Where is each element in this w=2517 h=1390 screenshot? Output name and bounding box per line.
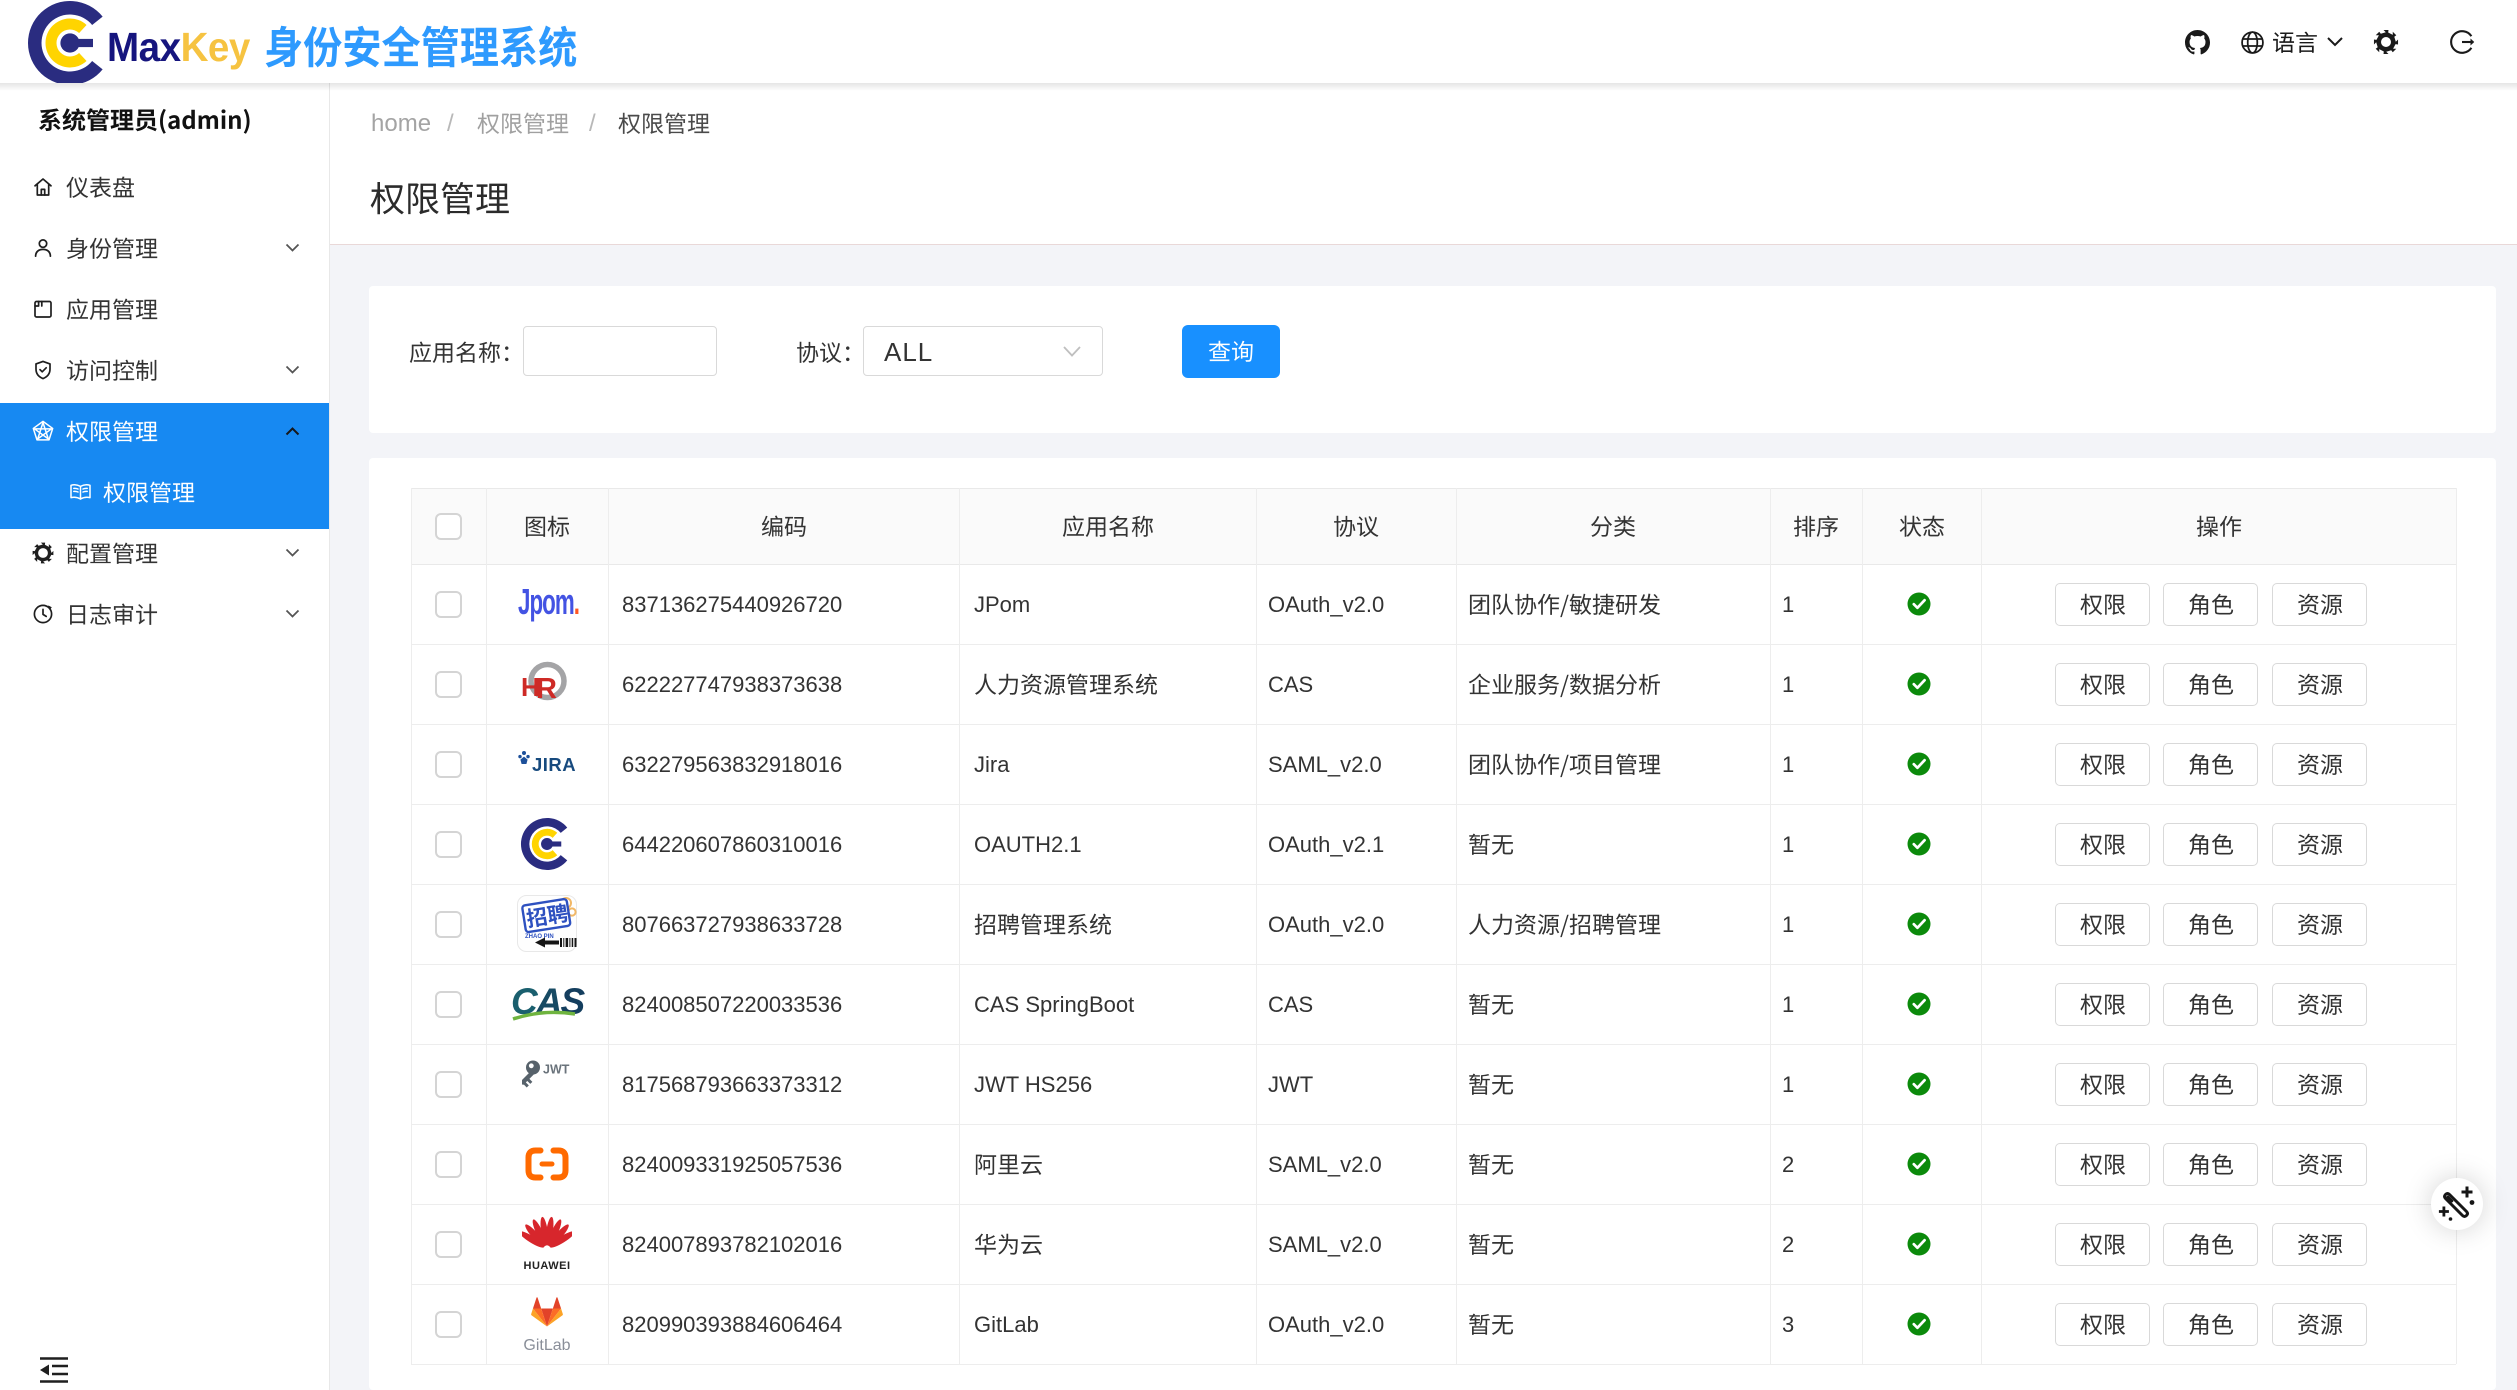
svg-text:JIRA: JIRA: [532, 754, 576, 775]
svg-text:ZHAO PIN: ZHAO PIN: [525, 934, 554, 940]
svg-text:GitLab: GitLab: [523, 1337, 570, 1354]
svg-text:HUAWEI: HUAWEI: [524, 1260, 571, 1272]
svg-text:JWT: JWT: [543, 1063, 570, 1077]
svg-text:R: R: [536, 673, 557, 705]
